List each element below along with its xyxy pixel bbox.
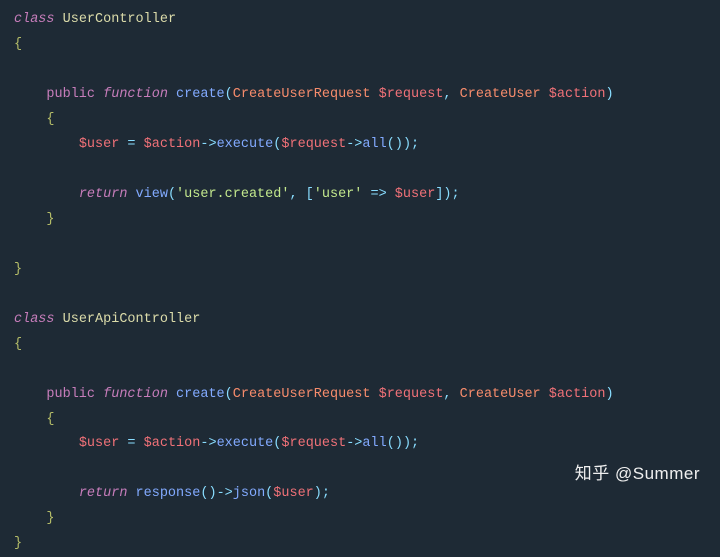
keyword-return: return [79,187,128,202]
variable: $user [273,486,314,501]
brace-open: { [14,337,22,352]
arrow-operator: => [362,187,394,202]
bracket: [ [306,187,314,202]
semicolon: ; [411,436,419,451]
paren: ) [403,137,411,152]
semicolon: ; [322,486,330,501]
arrow-operator: -> [346,137,362,152]
arrow-operator: -> [217,486,233,501]
keyword-public: public [46,87,95,102]
paren: ) [443,187,451,202]
paren: ( [168,187,176,202]
class-name: UserController [63,12,176,27]
variable: $user [79,436,120,451]
operator: = [119,137,143,152]
comma: , [443,387,451,402]
paren: ) [314,486,322,501]
operator: = [119,436,143,451]
variable: $request [281,137,346,152]
keyword-function: function [103,87,168,102]
semicolon: ; [411,137,419,152]
method-call: json [233,486,265,501]
string-literal: 'user.created' [176,187,289,202]
watermark-text: 知乎 @Summer [575,458,700,489]
keyword-public: public [46,387,95,402]
method-name: create [176,87,225,102]
paren: ) [208,486,216,501]
keyword-return: return [79,486,128,501]
arrow-operator: -> [346,436,362,451]
method-name: create [176,387,225,402]
brace-close: } [46,212,54,227]
variable: $action [144,137,201,152]
paren: ) [403,436,411,451]
variable: $action [144,436,201,451]
variable: $user [79,137,120,152]
param-var: $request [379,87,444,102]
param-type: CreateUser [460,387,541,402]
brace-open: { [14,37,22,52]
keyword-class: class [14,12,55,27]
arrow-operator: -> [200,436,216,451]
paren: ) [605,387,613,402]
param-var: $request [379,387,444,402]
param-type: CreateUserRequest [233,87,371,102]
method-call: execute [217,436,274,451]
variable: $user [395,187,436,202]
param-var: $action [549,387,606,402]
keyword-function: function [103,387,168,402]
brace-close: } [46,511,54,526]
paren: ) [395,436,403,451]
keyword-class: class [14,312,55,327]
comma: , [289,187,305,202]
method-call: all [362,137,386,152]
function-call: view [136,187,168,202]
semicolon: ; [452,187,460,202]
brace-close: } [14,262,22,277]
class-name: UserApiController [63,312,201,327]
paren: ( [225,387,233,402]
paren: ) [605,87,613,102]
method-call: execute [217,137,274,152]
param-type: CreateUserRequest [233,387,371,402]
brace-open: { [46,112,54,127]
function-call: response [136,486,201,501]
brace-open: { [46,412,54,427]
paren: ( [225,87,233,102]
brace-close: } [14,536,22,551]
param-type: CreateUser [460,87,541,102]
method-call: all [362,436,386,451]
param-var: $action [549,87,606,102]
variable: $request [281,436,346,451]
paren: ) [395,137,403,152]
comma: , [443,87,451,102]
paren: ( [387,137,395,152]
string-literal: 'user' [314,187,363,202]
paren: ( [387,436,395,451]
arrow-operator: -> [200,137,216,152]
